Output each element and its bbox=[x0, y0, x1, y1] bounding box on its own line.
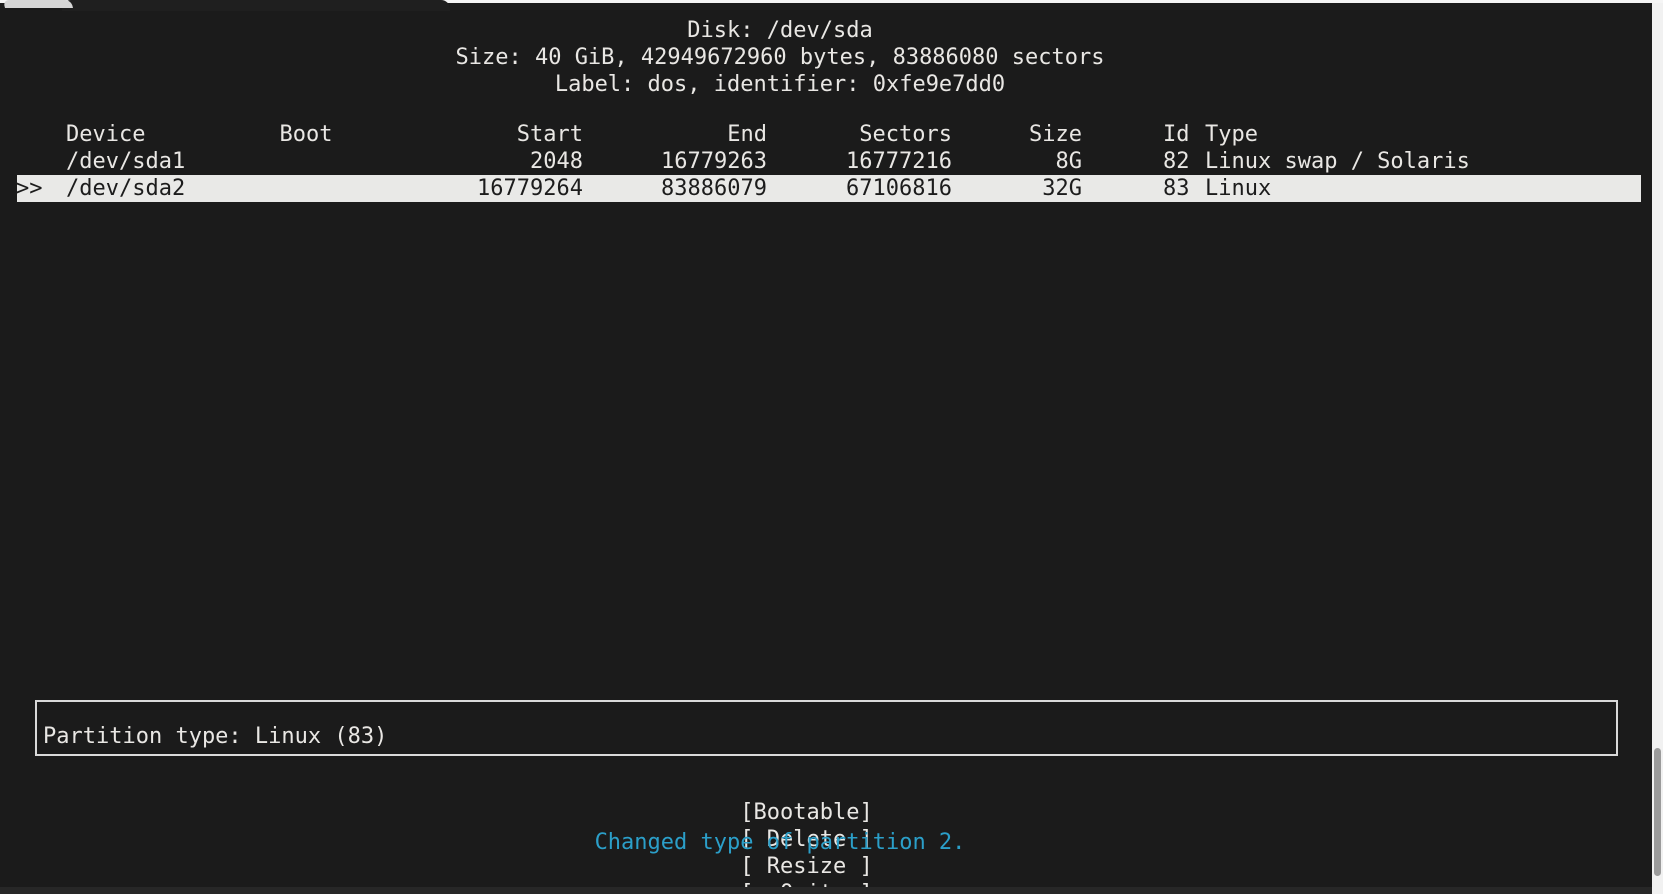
cell-device: /dev/sda2 bbox=[66, 175, 256, 202]
column-header-type: Type bbox=[1205, 121, 1650, 148]
cell-sectors: 16777216 bbox=[752, 148, 952, 175]
partition-type-info-box: Partition type: Linux (83) bbox=[35, 700, 1618, 756]
cell-start: 2048 bbox=[383, 148, 583, 175]
browser-active-tab-edge bbox=[62, 0, 450, 11]
column-header-end: End bbox=[567, 121, 767, 148]
cell-type: Linux bbox=[1205, 175, 1650, 202]
table-row-sda2-selected[interactable]: >> /dev/sda2 16779264 83886079 67106816 … bbox=[17, 175, 1641, 202]
column-header-id: Id bbox=[1163, 121, 1203, 148]
status-message: Changed type of partition 2. bbox=[0, 829, 1560, 856]
disk-title: Disk: /dev/sda bbox=[0, 17, 1560, 44]
column-header-boot: Boot bbox=[256, 121, 356, 148]
cell-end: 16779263 bbox=[567, 148, 767, 175]
cell-size: 32G bbox=[932, 175, 1082, 202]
cell-id: 82 bbox=[1163, 148, 1203, 175]
window-bottom-edge bbox=[0, 887, 1652, 894]
menu-button-resize[interactable]: [ Resize ] bbox=[740, 853, 872, 880]
cell-sectors: 67106816 bbox=[752, 175, 952, 202]
column-header-sectors: Sectors bbox=[752, 121, 952, 148]
scrollbar-track[interactable] bbox=[1652, 3, 1663, 894]
disk-label-line: Label: dos, identifier: 0xfe9e7dd0 bbox=[0, 71, 1560, 98]
cfdisk-menu: [Bootable] [ Delete ] [ Resize ] [ Quit … bbox=[0, 772, 1560, 803]
table-row-sda1[interactable]: /dev/sda1 2048 16779263 16777216 8G 82 L… bbox=[0, 148, 1652, 175]
cell-start: 16779264 bbox=[383, 175, 583, 202]
cell-type: Linux swap / Solaris bbox=[1205, 148, 1650, 175]
menu-button-bootable[interactable]: [Bootable] bbox=[740, 799, 872, 826]
table-header-row: Device Boot Start End Sectors Size Id Ty… bbox=[0, 121, 1652, 148]
partition-type-text: Partition type: Linux (83) bbox=[37, 723, 393, 754]
browser-inactive-tab-edge[interactable] bbox=[3, 0, 73, 8]
disk-size-line: Size: 40 GiB, 42949672960 bytes, 8388608… bbox=[0, 44, 1560, 71]
scrollbar-thumb[interactable] bbox=[1654, 748, 1661, 876]
cell-size: 8G bbox=[932, 148, 1082, 175]
cell-device: /dev/sda1 bbox=[66, 148, 256, 175]
column-header-size: Size bbox=[932, 121, 1082, 148]
selection-cursor-marker: >> bbox=[16, 175, 60, 202]
column-header-device: Device bbox=[66, 121, 256, 148]
cfdisk-terminal-screen: Disk: /dev/sda Size: 40 GiB, 42949672960… bbox=[0, 0, 1663, 894]
column-header-start: Start bbox=[383, 121, 583, 148]
cell-end: 83886079 bbox=[567, 175, 767, 202]
cell-id: 83 bbox=[1163, 175, 1203, 202]
